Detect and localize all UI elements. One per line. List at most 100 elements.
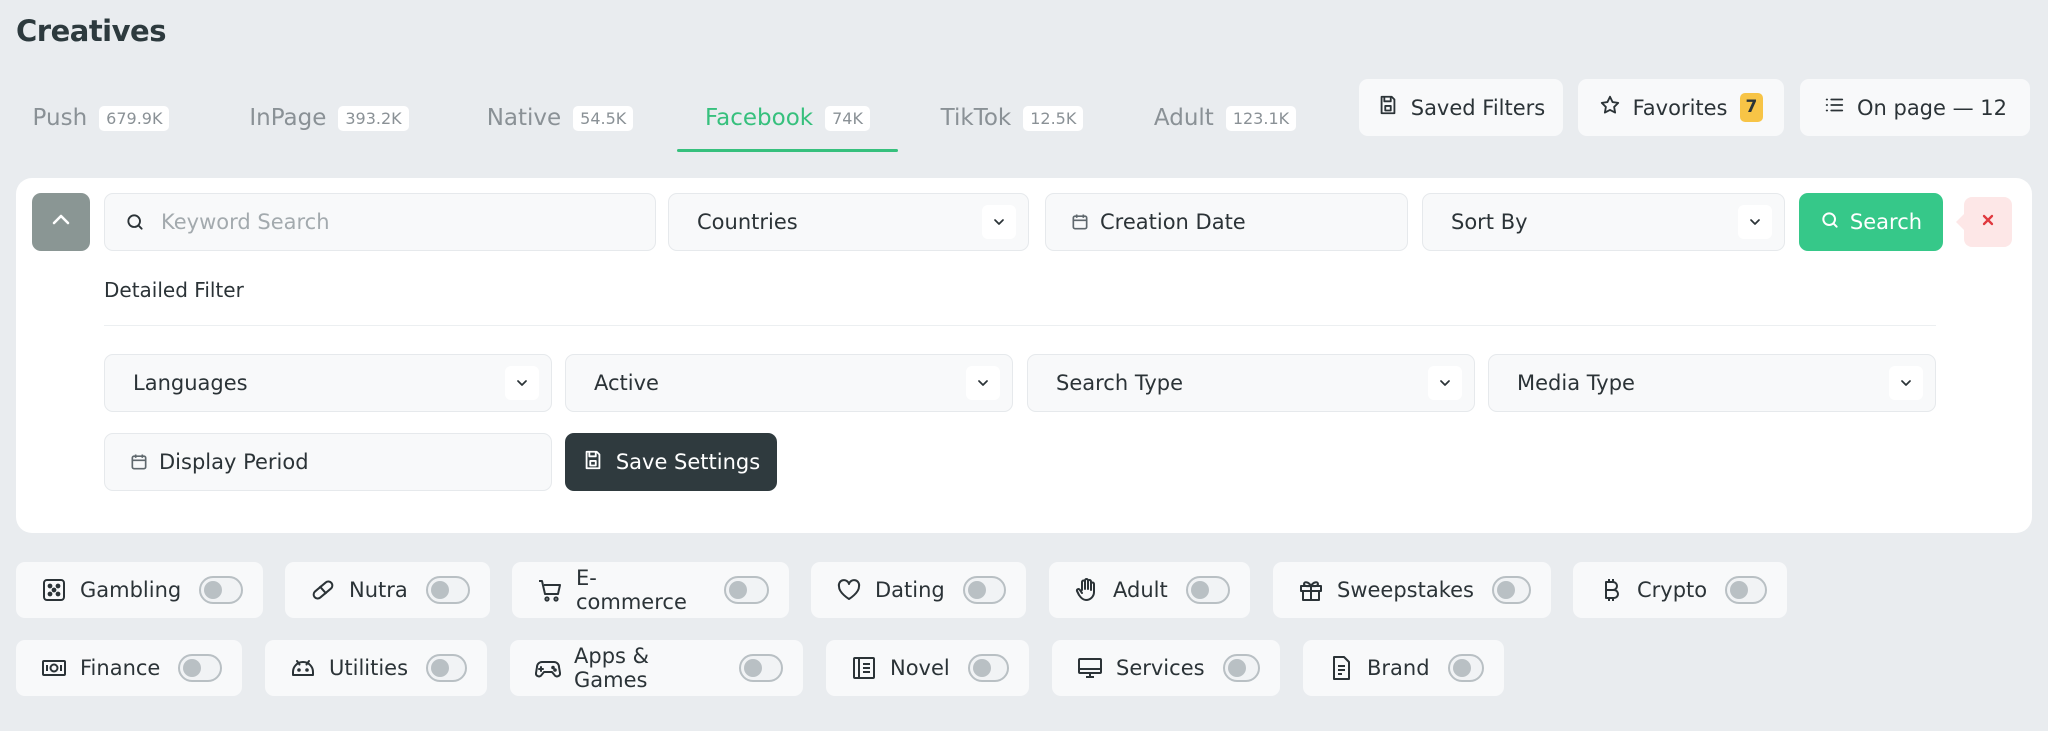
countries-select[interactable]: Countries	[668, 193, 1029, 251]
finance-toggle[interactable]	[178, 654, 222, 682]
tab-count: 74K	[825, 105, 870, 131]
tab-count: 54.5K	[573, 105, 634, 131]
category-label: Finance	[80, 656, 161, 680]
tab-count: 123.1K	[1225, 105, 1297, 131]
display-period-label: Display Period	[159, 450, 309, 474]
category-label: Services	[1116, 656, 1205, 680]
sweepstakes-toggle[interactable]	[1492, 576, 1531, 604]
on-page-label: On page — 12	[1856, 95, 2008, 120]
divider	[104, 325, 1936, 326]
category-novel: Novel	[826, 640, 1029, 696]
category-label: E-commerce	[576, 566, 687, 614]
tab-bar: Push 679.9K InPage 393.2K Native 54.5K F…	[0, 84, 1297, 152]
calendar-icon	[129, 452, 149, 472]
list-icon	[1823, 94, 1845, 121]
book-icon	[850, 654, 878, 682]
saved-filters-button[interactable]: Saved Filters	[1359, 79, 1563, 136]
services-toggle[interactable]	[1222, 654, 1260, 682]
chevron-down-icon	[1428, 366, 1462, 400]
monitor-icon	[1076, 654, 1104, 682]
bitcoin-icon	[1597, 576, 1625, 604]
category-ecommerce: E-commerce	[512, 562, 789, 618]
tab-count: 393.2K	[338, 105, 409, 131]
gift-icon	[1297, 576, 1325, 604]
floppy-icon	[1377, 94, 1399, 121]
chevron-down-icon	[1889, 366, 1923, 400]
category-gambling: Gambling	[16, 562, 263, 618]
gamepad-icon	[534, 654, 562, 682]
search-button[interactable]: Search	[1799, 193, 1943, 251]
keyword-search-input[interactable]: Keyword Search	[104, 193, 656, 251]
clear-filters-button[interactable]	[1956, 197, 2012, 247]
gambling-toggle[interactable]	[199, 576, 243, 604]
page-title: Creatives	[16, 14, 166, 48]
dating-toggle[interactable]	[962, 576, 1006, 604]
adult-toggle[interactable]	[1185, 576, 1230, 604]
save-settings-label: Save Settings	[615, 450, 761, 474]
category-label: Utilities	[329, 656, 409, 680]
novel-toggle[interactable]	[967, 654, 1009, 682]
tab-tiktok[interactable]: TikTok 12.5K	[922, 84, 1102, 152]
favorites-count-badge: 7	[1739, 93, 1764, 122]
hand-icon	[1073, 576, 1101, 604]
save-settings-button[interactable]: Save Settings	[565, 433, 777, 491]
tab-native[interactable]: Native 54.5K	[470, 84, 650, 152]
active-select[interactable]: Active	[565, 354, 1013, 412]
chevron-down-icon	[982, 205, 1016, 239]
close-icon	[1980, 212, 1996, 232]
collapse-button[interactable]	[32, 193, 90, 251]
chevron-down-icon	[505, 366, 539, 400]
tab-label: Facebook	[705, 105, 814, 131]
search-type-select[interactable]: Search Type	[1027, 354, 1475, 412]
calendar-icon	[1070, 212, 1090, 232]
search-button-label: Search	[1849, 210, 1923, 234]
nutra-toggle[interactable]	[425, 576, 470, 604]
category-finance: Finance	[16, 640, 242, 696]
utilities-toggle[interactable]	[426, 654, 467, 682]
category-label: Adult	[1113, 578, 1168, 602]
detailed-filter-label: Detailed Filter	[104, 278, 244, 302]
display-period-picker[interactable]: Display Period	[104, 433, 552, 491]
search-icon	[1820, 210, 1840, 235]
category-label: Crypto	[1637, 578, 1708, 602]
tab-label: Push	[32, 105, 88, 131]
on-page-button[interactable]: On page — 12	[1800, 79, 2030, 136]
tab-push[interactable]: Push 679.9K	[16, 84, 186, 152]
tab-label: Native	[486, 105, 562, 131]
tab-count: 12.5K	[1023, 105, 1084, 131]
saved-filters-label: Saved Filters	[1410, 95, 1546, 120]
crypto-toggle[interactable]	[1725, 576, 1767, 604]
banknote-icon	[40, 654, 68, 682]
category-label: Novel	[890, 656, 950, 680]
tab-label: InPage	[249, 105, 327, 131]
heart-icon	[835, 576, 863, 604]
category-label: Gambling	[80, 578, 182, 602]
sort-by-select[interactable]: Sort By	[1422, 193, 1785, 251]
floppy-icon	[582, 449, 604, 476]
category-label: Sweepstakes	[1337, 578, 1474, 602]
search-icon	[125, 212, 145, 232]
star-icon	[1599, 94, 1621, 121]
category-label: Brand	[1367, 656, 1430, 680]
filter-panel: Keyword Search Countries Creation Date S…	[16, 178, 2032, 533]
chevron-down-icon	[966, 366, 1000, 400]
favorites-button[interactable]: Favorites 7	[1578, 79, 1784, 136]
ecommerce-toggle[interactable]	[723, 576, 769, 604]
media-type-select[interactable]: Media Type	[1488, 354, 1936, 412]
category-apps-games: Apps & Games	[510, 640, 803, 696]
category-utilities: Utilities	[265, 640, 487, 696]
tab-count: 679.9K	[99, 105, 170, 131]
tab-label: Adult	[1153, 105, 1214, 131]
creation-date-picker[interactable]: Creation Date	[1045, 193, 1408, 251]
languages-select[interactable]: Languages	[104, 354, 552, 412]
category-label: Dating	[875, 578, 945, 602]
pill-icon	[309, 576, 337, 604]
apps-games-toggle[interactable]	[739, 654, 783, 682]
brand-toggle[interactable]	[1447, 654, 1484, 682]
cart-icon	[536, 576, 564, 604]
tab-inpage[interactable]: InPage 393.2K	[234, 84, 424, 152]
chevron-up-icon	[49, 208, 73, 236]
active-label: Active	[594, 371, 659, 395]
tab-adult[interactable]: Adult 123.1K	[1140, 84, 1310, 152]
tab-facebook[interactable]: Facebook 74K	[677, 84, 898, 152]
